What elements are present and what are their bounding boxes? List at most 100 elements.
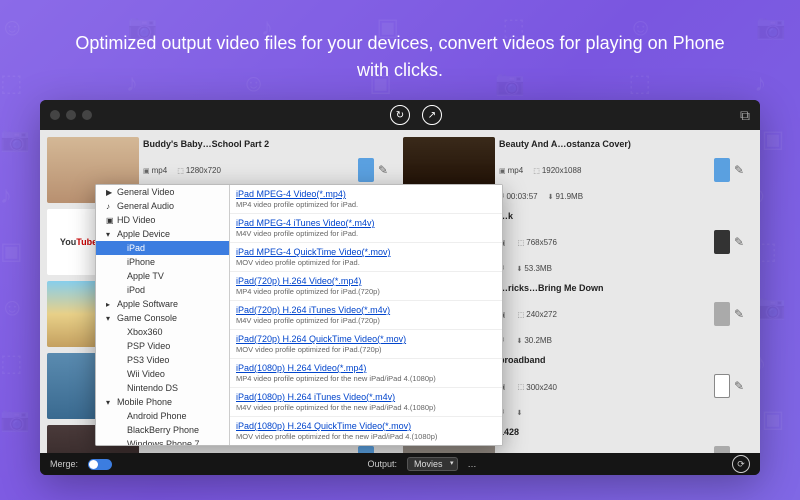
device-preset-icon[interactable]: [714, 230, 730, 254]
profile-item[interactable]: iPad(720p) H.264 iTunes Video(*.m4v)M4V …: [230, 301, 502, 330]
profile-item[interactable]: iPad(1080p) H.264 QuickTime Video(*.mov)…: [230, 417, 502, 445]
profile-title: iPad(720p) H.264 iTunes Video(*.m4v): [236, 305, 496, 315]
edit-icon[interactable]: ✎: [734, 163, 744, 177]
profile-item[interactable]: iPad(1080p) H.264 Video(*.mp4)MP4 video …: [230, 359, 502, 388]
share-button[interactable]: ↗: [422, 105, 442, 125]
category-item[interactable]: BlackBerry Phone: [96, 423, 229, 437]
edit-icon[interactable]: ✎: [734, 451, 744, 453]
card-controls: ✎: [705, 353, 753, 419]
edit-icon[interactable]: ✎: [734, 235, 744, 249]
resolution-text: 1920x1088: [542, 166, 582, 175]
category-item[interactable]: ▾Game Console: [96, 311, 229, 325]
profile-item[interactable]: iPad(1080p) H.264 iTunes Video(*.m4v)M4V…: [230, 388, 502, 417]
profile-item[interactable]: iPad MPEG-4 QuickTime Video(*.mov)MOV vi…: [230, 243, 502, 272]
tree-glyph-icon: ▶: [106, 188, 114, 197]
resolution-icon: ⬚: [518, 311, 525, 319]
profile-description: MP4 video profile optimized for the new …: [236, 374, 496, 383]
app-window: ↻ ↗ ⧉ Buddy's Baby…School Part 2▣mp4⬚128…: [40, 100, 760, 475]
device-preset-icon[interactable]: [714, 302, 730, 326]
category-label: Apple Device: [117, 229, 170, 239]
queue-icon[interactable]: ⧉: [740, 107, 750, 124]
output-label: Output:: [367, 459, 397, 469]
category-item[interactable]: Nintendo DS: [96, 381, 229, 395]
video-title: 1428: [499, 427, 701, 437]
video-info: Beauty And A…ostanza Cover)▣mp4⬚1920x108…: [499, 137, 701, 203]
window-controls[interactable]: [50, 110, 92, 120]
category-item[interactable]: PS3 Video: [96, 353, 229, 367]
resolution-text: 768x576: [526, 238, 557, 247]
profile-description: MP4 video profile optimized for iPad.(72…: [236, 287, 496, 296]
category-label: BlackBerry Phone: [127, 425, 199, 435]
size-icon: ⬇: [516, 265, 522, 273]
size-text: 53.3MB: [524, 264, 552, 273]
category-label: Game Console: [117, 313, 177, 323]
profile-description: M4V video profile optimized for iPad.: [236, 229, 496, 238]
size-icon: ⬇: [548, 193, 554, 201]
category-label: Xbox360: [127, 327, 163, 337]
category-label: iPhone: [127, 257, 155, 267]
resolution-text: 300x240: [526, 383, 557, 392]
profile-description: MOV video profile optimized for iPad.(72…: [236, 345, 496, 354]
duration-text: 00:03:57: [506, 192, 537, 201]
profile-item[interactable]: iPad MPEG-4 iTunes Video(*.m4v)M4V video…: [230, 214, 502, 243]
category-label: Android Phone: [127, 411, 187, 421]
category-item[interactable]: Wii Video: [96, 367, 229, 381]
category-label: iPod: [127, 285, 145, 295]
category-item[interactable]: iPhone: [96, 255, 229, 269]
profile-title: iPad MPEG-4 iTunes Video(*.m4v): [236, 218, 496, 228]
category-item[interactable]: iPad: [96, 241, 229, 255]
category-item[interactable]: Windows Phone 7: [96, 437, 229, 445]
category-item[interactable]: ♪General Audio: [96, 199, 229, 213]
device-preset-icon[interactable]: [358, 158, 374, 182]
category-label: Wii Video: [127, 369, 165, 379]
category-item[interactable]: Xbox360: [96, 325, 229, 339]
profile-item[interactable]: iPad(720p) H.264 Video(*.mp4)MP4 video p…: [230, 272, 502, 301]
profile-description: M4V video profile optimized for iPad.(72…: [236, 316, 496, 325]
video-info: …k▣⬚768x576⏱⬇53.3MB: [499, 209, 701, 275]
category-item[interactable]: iPod: [96, 283, 229, 297]
edit-icon[interactable]: ✎: [378, 451, 388, 453]
profile-list[interactable]: iPad MPEG-4 Video(*.mp4)MP4 video profil…: [230, 185, 502, 445]
category-label: Mobile Phone: [117, 397, 172, 407]
refresh-button[interactable]: ↻: [390, 105, 410, 125]
edit-icon[interactable]: ✎: [378, 163, 388, 177]
edit-icon[interactable]: ✎: [734, 379, 744, 393]
profile-title: iPad(1080p) H.264 QuickTime Video(*.mov): [236, 421, 496, 431]
category-item[interactable]: PSP Video: [96, 339, 229, 353]
convert-button[interactable]: ⟳: [732, 455, 750, 473]
card-controls: ✎: [705, 209, 753, 275]
merge-label: Merge:: [50, 459, 78, 469]
category-item[interactable]: ▣HD Video: [96, 213, 229, 227]
edit-icon[interactable]: ✎: [734, 307, 744, 321]
video-info: broadband▣⬚300x240⏱⬇: [499, 353, 701, 419]
output-folder-select[interactable]: Movies: [407, 457, 458, 471]
profile-description: M4V video profile optimized for the new …: [236, 403, 496, 412]
profile-title: iPad(1080p) H.264 Video(*.mp4): [236, 363, 496, 373]
category-item[interactable]: Apple TV: [96, 269, 229, 283]
profile-item[interactable]: iPad(720p) H.264 QuickTime Video(*.mov)M…: [230, 330, 502, 359]
device-preset-icon[interactable]: [714, 446, 730, 453]
category-item[interactable]: Android Phone: [96, 409, 229, 423]
size-text: 30.2MB: [524, 336, 552, 345]
video-title: …ricks…Bring Me Down: [499, 283, 701, 293]
device-preset-icon[interactable]: [358, 446, 374, 453]
merge-toggle[interactable]: [88, 459, 112, 470]
profile-description: MOV video profile optimized for iPad.: [236, 258, 496, 267]
category-item[interactable]: ▸Apple Software: [96, 297, 229, 311]
category-item[interactable]: ▾Mobile Phone: [96, 395, 229, 409]
card-controls: ✎: [705, 281, 753, 347]
device-preset-icon[interactable]: [714, 158, 730, 182]
size-icon: ⬇: [516, 337, 522, 345]
profile-description: MP4 video profile optimized for iPad.: [236, 200, 496, 209]
format-text: mp4: [152, 166, 168, 175]
category-item[interactable]: ▶General Video: [96, 185, 229, 199]
category-label: General Audio: [117, 201, 174, 211]
category-item[interactable]: ▾Apple Device: [96, 227, 229, 241]
output-browse-button[interactable]: …: [468, 459, 477, 469]
video-title: Beauty And A…ostanza Cover): [499, 139, 701, 149]
device-preset-icon[interactable]: [714, 374, 730, 398]
tree-glyph-icon: ▾: [106, 398, 114, 407]
video-grid: Buddy's Baby…School Part 2▣mp4⬚1280x720⏱…: [40, 130, 760, 453]
resolution-icon: ⬚: [518, 239, 525, 247]
profile-item[interactable]: iPad MPEG-4 Video(*.mp4)MP4 video profil…: [230, 185, 502, 214]
